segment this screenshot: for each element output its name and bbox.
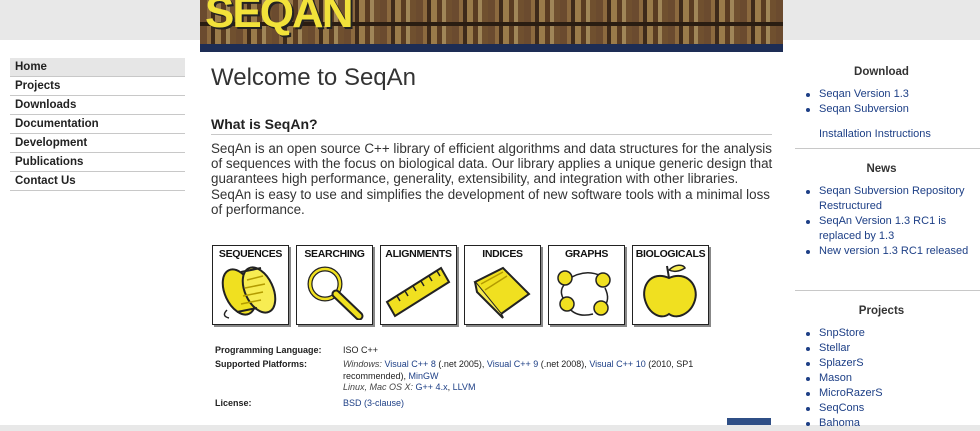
feature-label: SEARCHING xyxy=(304,248,365,260)
feature-searching[interactable]: SEARCHING xyxy=(296,245,373,325)
index-book-icon xyxy=(473,266,531,319)
news-item[interactable]: New version 1.3 RC1 released xyxy=(806,244,976,259)
download-link-subversion[interactable]: Seqan Subversion xyxy=(806,102,931,117)
project-link-stellar[interactable]: Stellar xyxy=(806,341,883,356)
vc10-note: (2010, SP1 xyxy=(648,359,694,369)
project-link-seqcons[interactable]: SeqCons xyxy=(806,401,883,416)
vc9-note: (.net 2008), xyxy=(540,359,587,369)
installation-instructions-link[interactable]: Installation Instructions xyxy=(806,127,931,142)
nav-item-development[interactable]: Development xyxy=(10,134,185,153)
project-link-mason[interactable]: Mason xyxy=(806,371,883,386)
unix-label: Linux, Mac OS X: xyxy=(343,382,414,392)
language-value: ISO C++ xyxy=(343,345,379,355)
mingw-link[interactable]: MinGW xyxy=(409,371,439,381)
feature-graphs[interactable]: GRAPHS xyxy=(548,245,625,325)
feature-label: SEQUENCES xyxy=(218,248,283,260)
vc10-link[interactable]: Visual C++ 10 xyxy=(589,359,645,369)
seqan-logo[interactable]: SEQAN xyxy=(205,0,353,38)
right-top-gutter xyxy=(783,0,980,40)
download-list: Seqan Version 1.3 Seqan Subversion Insta… xyxy=(806,87,931,142)
windows-label: Windows: xyxy=(343,359,382,369)
news-list: Seqan Subversion Repository Restructured… xyxy=(806,184,976,259)
project-link-splazers[interactable]: SplazerS xyxy=(806,356,883,371)
section-title: What is SeqAn? xyxy=(211,116,318,132)
feature-sequences[interactable]: SEQUENCES xyxy=(212,245,289,325)
feature-icons: SEQUENCES SEARCHING ALIGNMENTS INDICES G… xyxy=(212,245,712,325)
header-banner: SEQAN xyxy=(200,0,783,52)
download-link-seqan-1-3[interactable]: Seqan Version 1.3 xyxy=(806,87,931,102)
news-item[interactable]: SeqAn Version 1.3 RC1 is replaced by 1.3 xyxy=(806,214,976,244)
feature-label: INDICES xyxy=(482,248,523,260)
news-heading: News xyxy=(866,163,897,175)
projects-heading: Projects xyxy=(858,305,905,317)
platforms-value: Windows: Visual C++ 8 (.net 2005), Visua… xyxy=(343,359,694,392)
platforms-label: Supported Platforms: xyxy=(215,359,308,369)
nav-item-downloads[interactable]: Downloads xyxy=(10,96,185,115)
page-title: Welcome to SeqAn xyxy=(211,64,416,91)
feature-indices[interactable]: INDICES xyxy=(464,245,541,325)
vc9-link[interactable]: Visual C++ 9 xyxy=(487,359,538,369)
sidebar-nav: Home Projects Downloads Documentation De… xyxy=(10,58,185,191)
feature-label: GRAPHS xyxy=(564,248,609,260)
partial-download-button[interactable] xyxy=(727,418,771,425)
recommended-note: recommended), xyxy=(343,370,407,381)
banner-stripe xyxy=(200,44,783,52)
right-divider xyxy=(795,290,980,291)
llvm-link[interactable]: LLVM xyxy=(453,382,476,392)
vc8-link[interactable]: Visual C++ 8 xyxy=(384,359,435,369)
magnifier-icon xyxy=(307,266,364,320)
intro-paragraph: SeqAn is an open source C++ library of e… xyxy=(211,141,773,217)
ruler-icon xyxy=(385,266,451,318)
left-top-gutter xyxy=(0,0,200,40)
right-divider xyxy=(795,148,980,149)
apple-icon xyxy=(643,264,697,318)
projects-list: SnpStore Stellar SplazerS Mason MicroRaz… xyxy=(806,326,883,431)
download-heading: Download xyxy=(854,66,909,78)
nav-item-projects[interactable]: Projects xyxy=(10,77,185,96)
feature-alignments[interactable]: ALIGNMENTS xyxy=(380,245,457,325)
vc8-note: (.net 2005), xyxy=(438,359,485,369)
nav-item-publications[interactable]: Publications xyxy=(10,153,185,172)
language-label: Programming Language: xyxy=(215,345,322,355)
nav-item-documentation[interactable]: Documentation xyxy=(10,115,185,134)
feature-biologicals[interactable]: BIOLOGICALS xyxy=(632,245,709,325)
section-divider xyxy=(211,134,772,135)
graph-icon xyxy=(557,270,611,316)
license-label: License: xyxy=(215,398,252,408)
nav-item-home[interactable]: Home xyxy=(10,58,185,77)
news-item[interactable]: Seqan Subversion Repository Restructured xyxy=(806,184,976,214)
project-link-microrazers[interactable]: MicroRazerS xyxy=(806,386,883,401)
nav-item-contact-us[interactable]: Contact Us xyxy=(10,172,185,191)
gpp-link[interactable]: G++ 4.x xyxy=(416,382,448,392)
sequences-icon xyxy=(221,266,277,319)
project-link-snpstore[interactable]: SnpStore xyxy=(806,326,883,341)
project-link-rabema[interactable]: Bahoma xyxy=(806,416,883,431)
feature-label: BIOLOGICALS xyxy=(635,248,706,260)
feature-label: ALIGNMENTS xyxy=(385,248,452,260)
license-link[interactable]: BSD (3-clause) xyxy=(343,398,773,410)
